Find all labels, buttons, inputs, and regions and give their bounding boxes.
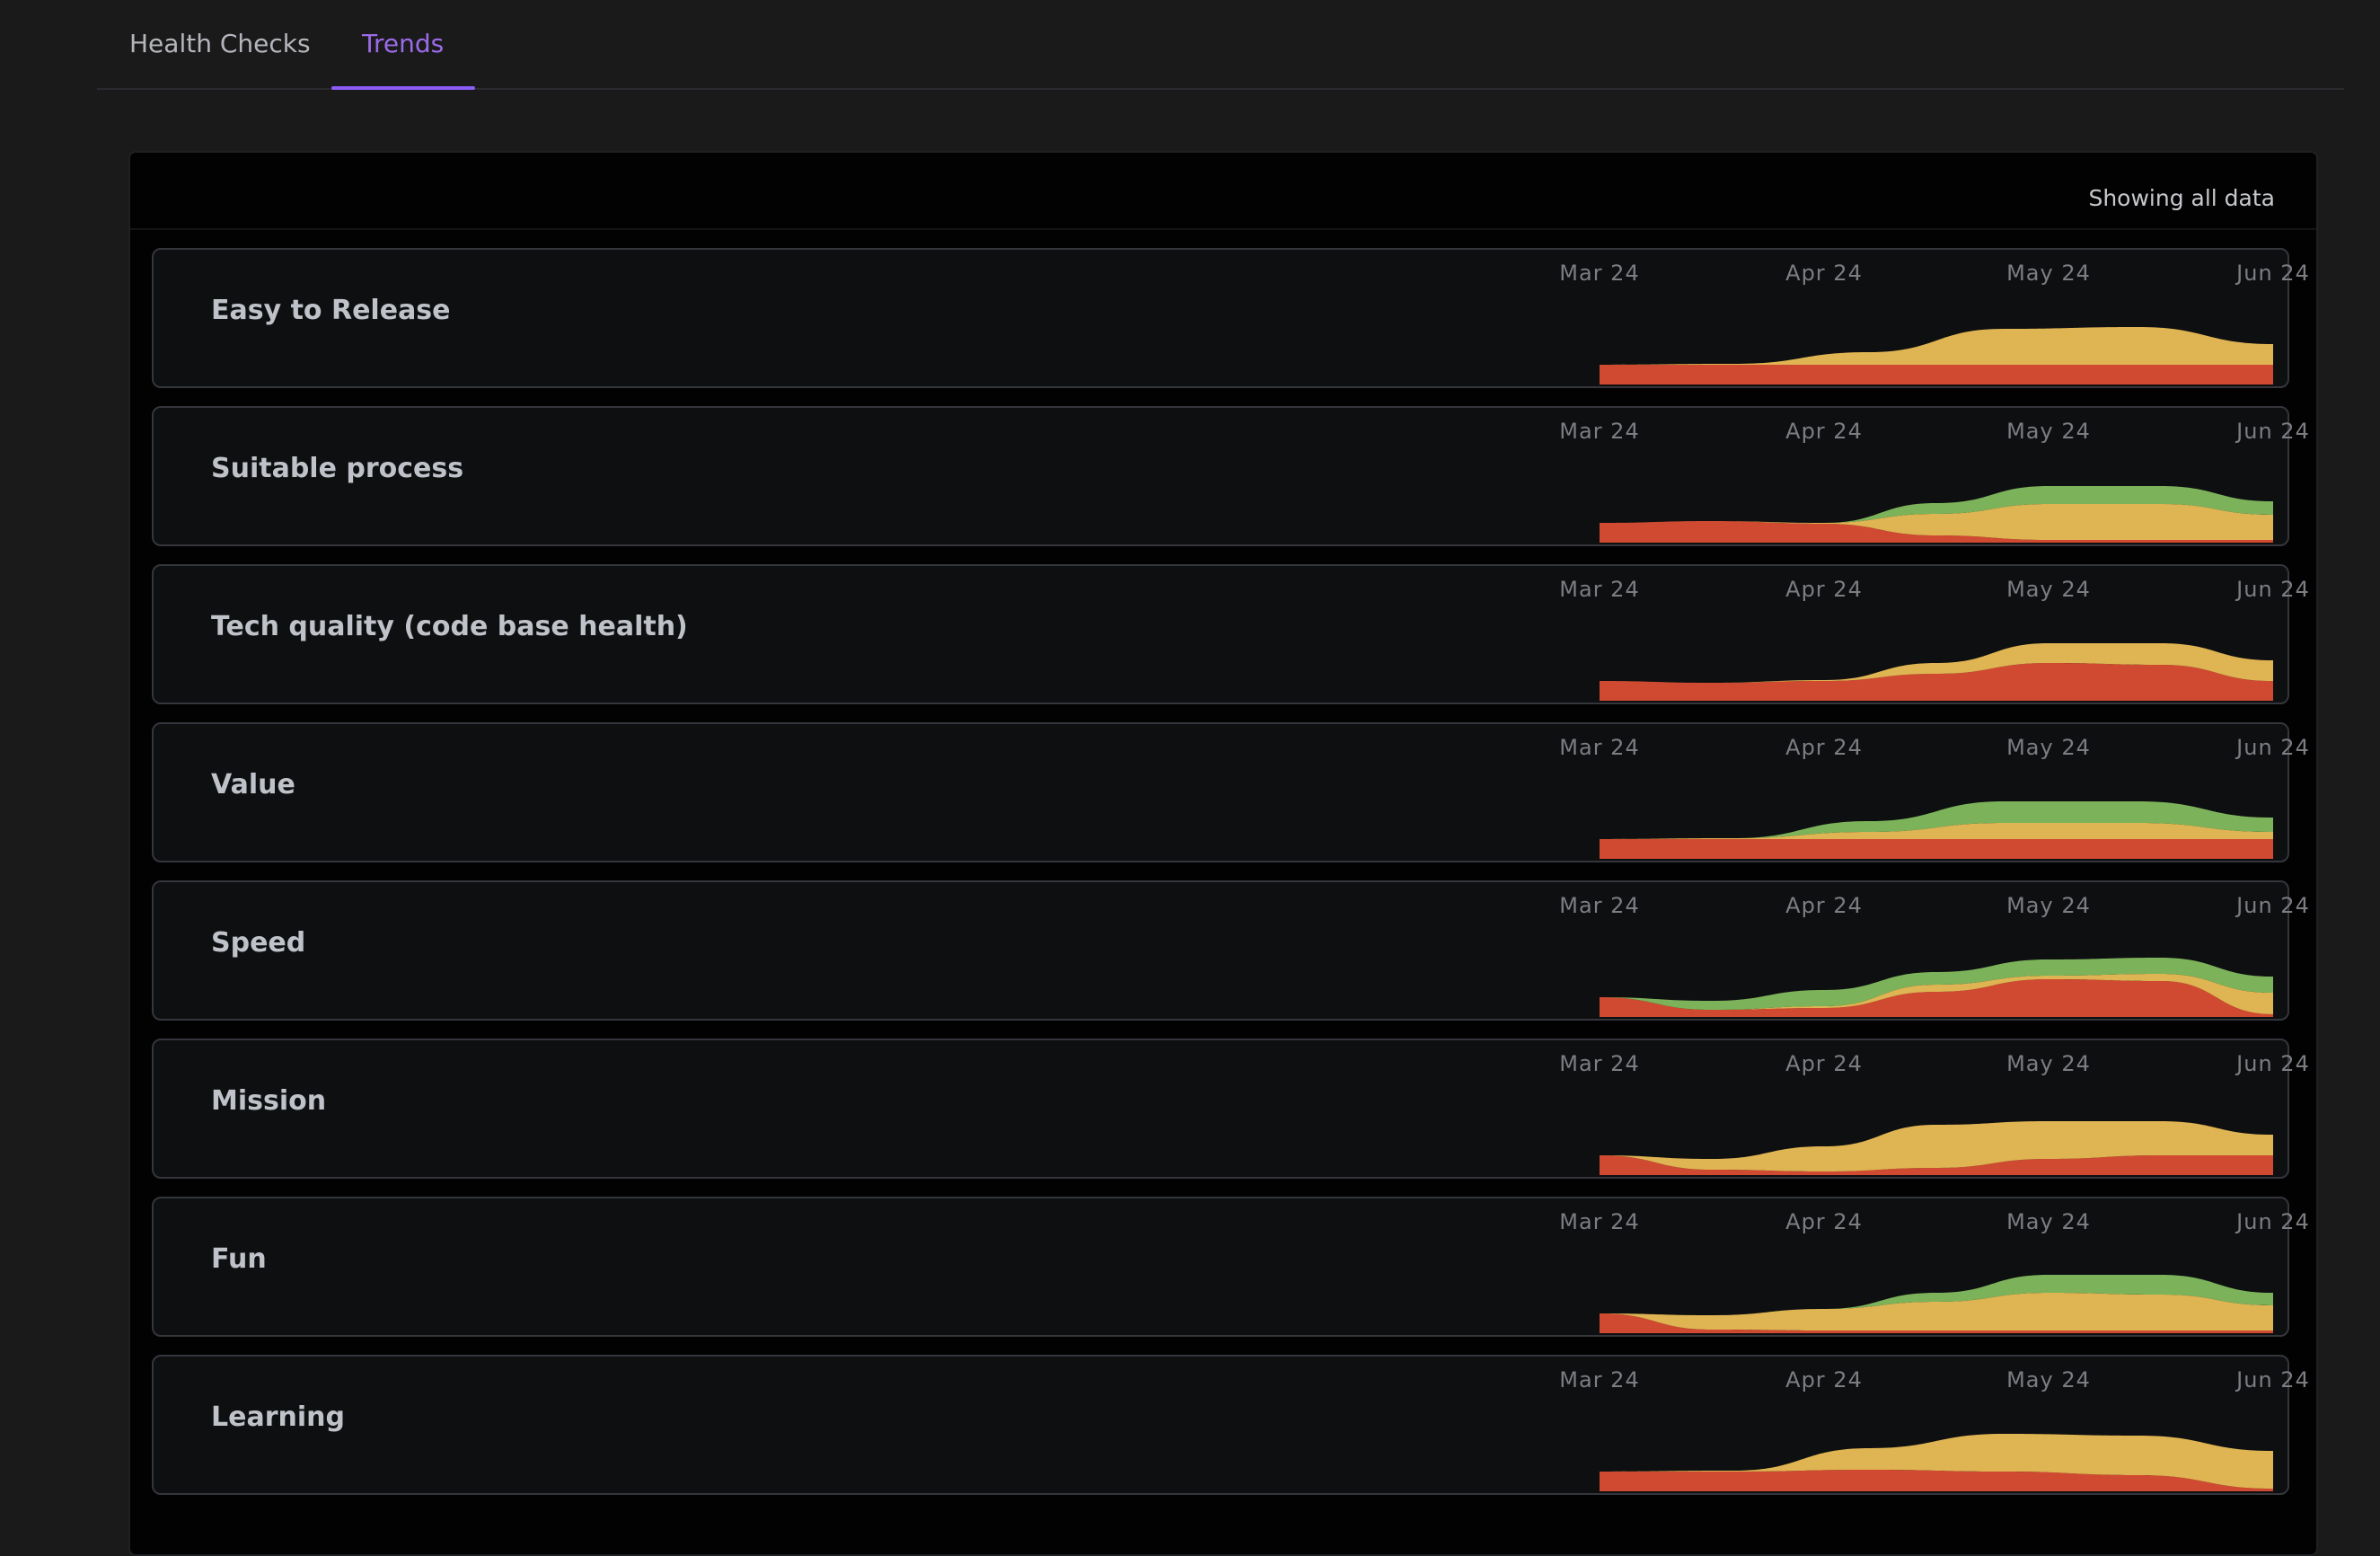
trend-title: Suitable process <box>211 453 464 484</box>
trend-chart: Mar 24 Apr 24 May 24 Jun 24 <box>1366 724 2309 864</box>
trend-row[interactable]: Learning Mar 24 Apr 24 May 24 Jun 24 <box>152 1355 2309 1497</box>
stacked-area-svg <box>1600 801 2273 859</box>
trend-title: Learning <box>211 1401 345 1433</box>
stacked-area-svg <box>1600 1275 2273 1333</box>
trend-row[interactable]: Fun Mar 24 Apr 24 May 24 Jun 24 <box>152 1197 2309 1339</box>
trend-chart: Mar 24 Apr 24 May 24 Jun 24 <box>1366 1357 2309 1497</box>
trend-title: Speed <box>211 927 306 959</box>
panel-header: Showing all data <box>130 153 2316 230</box>
trend-chart: Mar 24 Apr 24 May 24 Jun 24 <box>1366 882 2309 1022</box>
trend-row[interactable]: Suitable process Mar 24 Apr 24 May 24 Jun 24 <box>152 406 2309 548</box>
tab-bar: Health Checks Trends <box>97 0 2344 90</box>
trend-title: Fun <box>211 1243 267 1275</box>
trend-chart: Mar 24 Apr 24 May 24 Jun 24 <box>1366 566 2309 706</box>
trend-title: Tech quality (code base health) <box>211 611 688 642</box>
stacked-area-svg <box>1600 958 2273 1017</box>
trend-row[interactable]: Value Mar 24 Apr 24 May 24 Jun 24 <box>152 722 2309 864</box>
trend-title: Value <box>211 769 295 800</box>
trend-row[interactable]: Speed Mar 24 Apr 24 May 24 Jun 24 <box>152 880 2309 1022</box>
active-tab-indicator <box>331 86 475 90</box>
stacked-area-svg <box>1600 486 2273 543</box>
trend-chart: Mar 24 Apr 24 May 24 Jun 24 <box>1366 1040 2309 1180</box>
tab-health-checks[interactable]: Health Checks <box>129 0 311 88</box>
trends-panel: Showing all data Easy to Release Mar 24 Ap… <box>128 151 2318 1556</box>
trend-row[interactable]: Easy to Release Mar 24 Apr 24 May 24 Jun 24 <box>152 248 2309 390</box>
trend-title: Mission <box>211 1085 327 1117</box>
stacked-area-svg <box>1600 643 2273 701</box>
red-area <box>1600 839 2273 859</box>
trend-row[interactable]: Tech quality (code base health) Mar 24 Apr… <box>152 564 2309 706</box>
trend-row[interactable]: Mission Mar 24 Apr 24 May 24 Jun 24 <box>152 1039 2309 1180</box>
stacked-area-svg <box>1600 1434 2273 1491</box>
red-area <box>1600 365 2273 385</box>
yellow-area <box>1600 327 2273 365</box>
trend-chart: Mar 24 Apr 24 May 24 Jun 24 <box>1366 408 2309 548</box>
trend-chart: Mar 24 Apr 24 May 24 Jun 24 <box>1366 1198 2309 1339</box>
trend-chart: Mar 24 Apr 24 May 24 Jun 24 <box>1366 250 2309 390</box>
stacked-area-svg <box>1600 327 2273 385</box>
data-range-label[interactable]: Showing all data <box>2088 185 2275 211</box>
tab-trends[interactable]: Trends <box>362 0 444 88</box>
trend-title: Easy to Release <box>211 295 451 326</box>
stacked-area-svg <box>1600 1121 2273 1175</box>
